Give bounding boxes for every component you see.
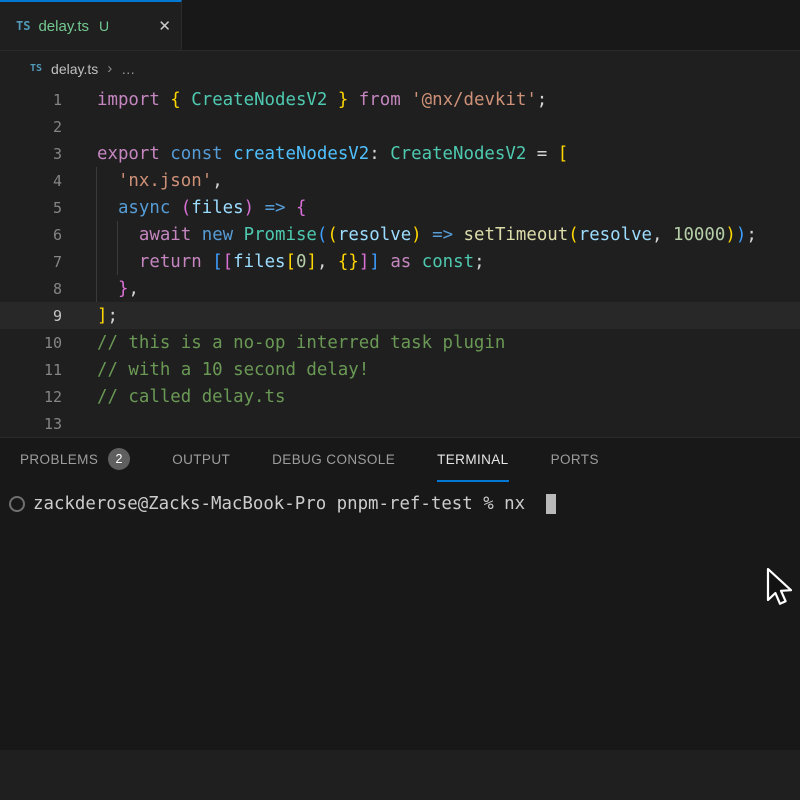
code-text: // this is a no-op interred task plugin [97, 333, 505, 353]
problems-count-badge: 2 [108, 448, 130, 470]
terminal-view[interactable]: zackderose@Zacks-MacBook-Pro pnpm-ref-te… [0, 482, 800, 517]
code-line[interactable]: 10// this is a no-op interred task plugi… [0, 329, 800, 356]
bottom-panel: PROBLEMS 2 OUTPUT DEBUG CONSOLE TERMINAL PORT… [0, 437, 800, 750]
line-number: 5 [0, 199, 97, 217]
git-untracked-badge: U [99, 18, 109, 34]
chevron-right-icon: › [107, 60, 112, 77]
panel-tab-output[interactable]: OUTPUT [172, 438, 230, 482]
vscode-window: TS delay.ts U ✕ TS delay.ts › … 1import … [0, 0, 800, 800]
tab-delay-ts[interactable]: TS delay.ts U ✕ [0, 0, 182, 50]
line-number: 12 [0, 388, 97, 406]
panel-tab-label: TERMINAL [437, 452, 508, 467]
panel-tab-terminal[interactable]: TERMINAL [437, 438, 508, 482]
line-number: 13 [0, 415, 97, 433]
code-text: import { CreateNodesV2 } from '@nx/devki… [97, 90, 547, 110]
code-text: await new Promise((resolve) => setTimeou… [97, 225, 757, 245]
code-line[interactable]: 2 [0, 113, 800, 140]
code-line[interactable]: 4 'nx.json', [0, 167, 800, 194]
code-text: // called delay.ts [97, 387, 285, 407]
code-text: export const createNodesV2: CreateNodesV… [97, 144, 568, 164]
code-text: async (files) => { [97, 198, 306, 218]
line-number: 10 [0, 334, 97, 352]
panel-tab-debug-console[interactable]: DEBUG CONSOLE [272, 438, 395, 482]
line-number: 9 [0, 307, 97, 325]
code-text: ]; [97, 306, 118, 326]
line-number: 6 [0, 226, 97, 244]
line-number: 4 [0, 172, 97, 190]
close-icon[interactable]: ✕ [158, 17, 171, 35]
line-number: 7 [0, 253, 97, 271]
code-text: return [[files[0], {}]] as const; [97, 252, 485, 272]
panel-tab-bar: PROBLEMS 2 OUTPUT DEBUG CONSOLE TERMINAL PORT… [0, 438, 800, 482]
line-number: 1 [0, 91, 97, 109]
panel-tab-label: DEBUG CONSOLE [272, 452, 395, 467]
terminal-prompt-text: zackderose@Zacks-MacBook-Pro pnpm-ref-te… [33, 494, 536, 514]
code-line[interactable]: 11// with a 10 second delay! [0, 356, 800, 383]
code-line[interactable]: 7 return [[files[0], {}]] as const; [0, 248, 800, 275]
panel-tab-label: PROBLEMS [20, 452, 98, 467]
code-text: 'nx.json', [97, 171, 223, 191]
code-line[interactable]: 6 await new Promise((resolve) => setTime… [0, 221, 800, 248]
code-text: // with a 10 second delay! [97, 360, 369, 380]
code-editor[interactable]: 1import { CreateNodesV2 } from '@nx/devk… [0, 86, 800, 437]
tab-filename: delay.ts [38, 18, 89, 35]
line-number: 8 [0, 280, 97, 298]
panel-tab-label: PORTS [551, 452, 599, 467]
code-line[interactable]: 8 }, [0, 275, 800, 302]
terminal-cursor [546, 494, 556, 514]
breadcrumb-symbol-path[interactable]: … [121, 61, 136, 77]
code-line[interactable]: 3export const createNodesV2: CreateNodes… [0, 140, 800, 167]
terminal-prompt-row[interactable]: zackderose@Zacks-MacBook-Pro pnpm-ref-te… [0, 490, 800, 517]
code-text: }, [97, 279, 139, 299]
code-line[interactable]: 1import { CreateNodesV2 } from '@nx/devk… [0, 86, 800, 113]
typescript-file-icon: TS [30, 63, 42, 74]
panel-tab-ports[interactable]: PORTS [551, 438, 599, 482]
code-line[interactable]: 12// called delay.ts [0, 383, 800, 410]
breadcrumb: TS delay.ts › … [0, 51, 800, 86]
breadcrumb-filename[interactable]: delay.ts [51, 61, 98, 77]
line-number: 2 [0, 118, 97, 136]
editor-tab-bar: TS delay.ts U ✕ [0, 0, 800, 51]
panel-tab-problems[interactable]: PROBLEMS 2 [20, 438, 130, 482]
code-line[interactable]: 13 [0, 410, 800, 437]
typescript-file-icon: TS [16, 19, 30, 33]
code-line[interactable]: 9]; [0, 302, 800, 329]
line-number: 3 [0, 145, 97, 163]
line-number: 11 [0, 361, 97, 379]
code-line[interactable]: 5 async (files) => { [0, 194, 800, 221]
panel-tab-label: OUTPUT [172, 452, 230, 467]
command-decoration-icon[interactable] [9, 496, 25, 512]
